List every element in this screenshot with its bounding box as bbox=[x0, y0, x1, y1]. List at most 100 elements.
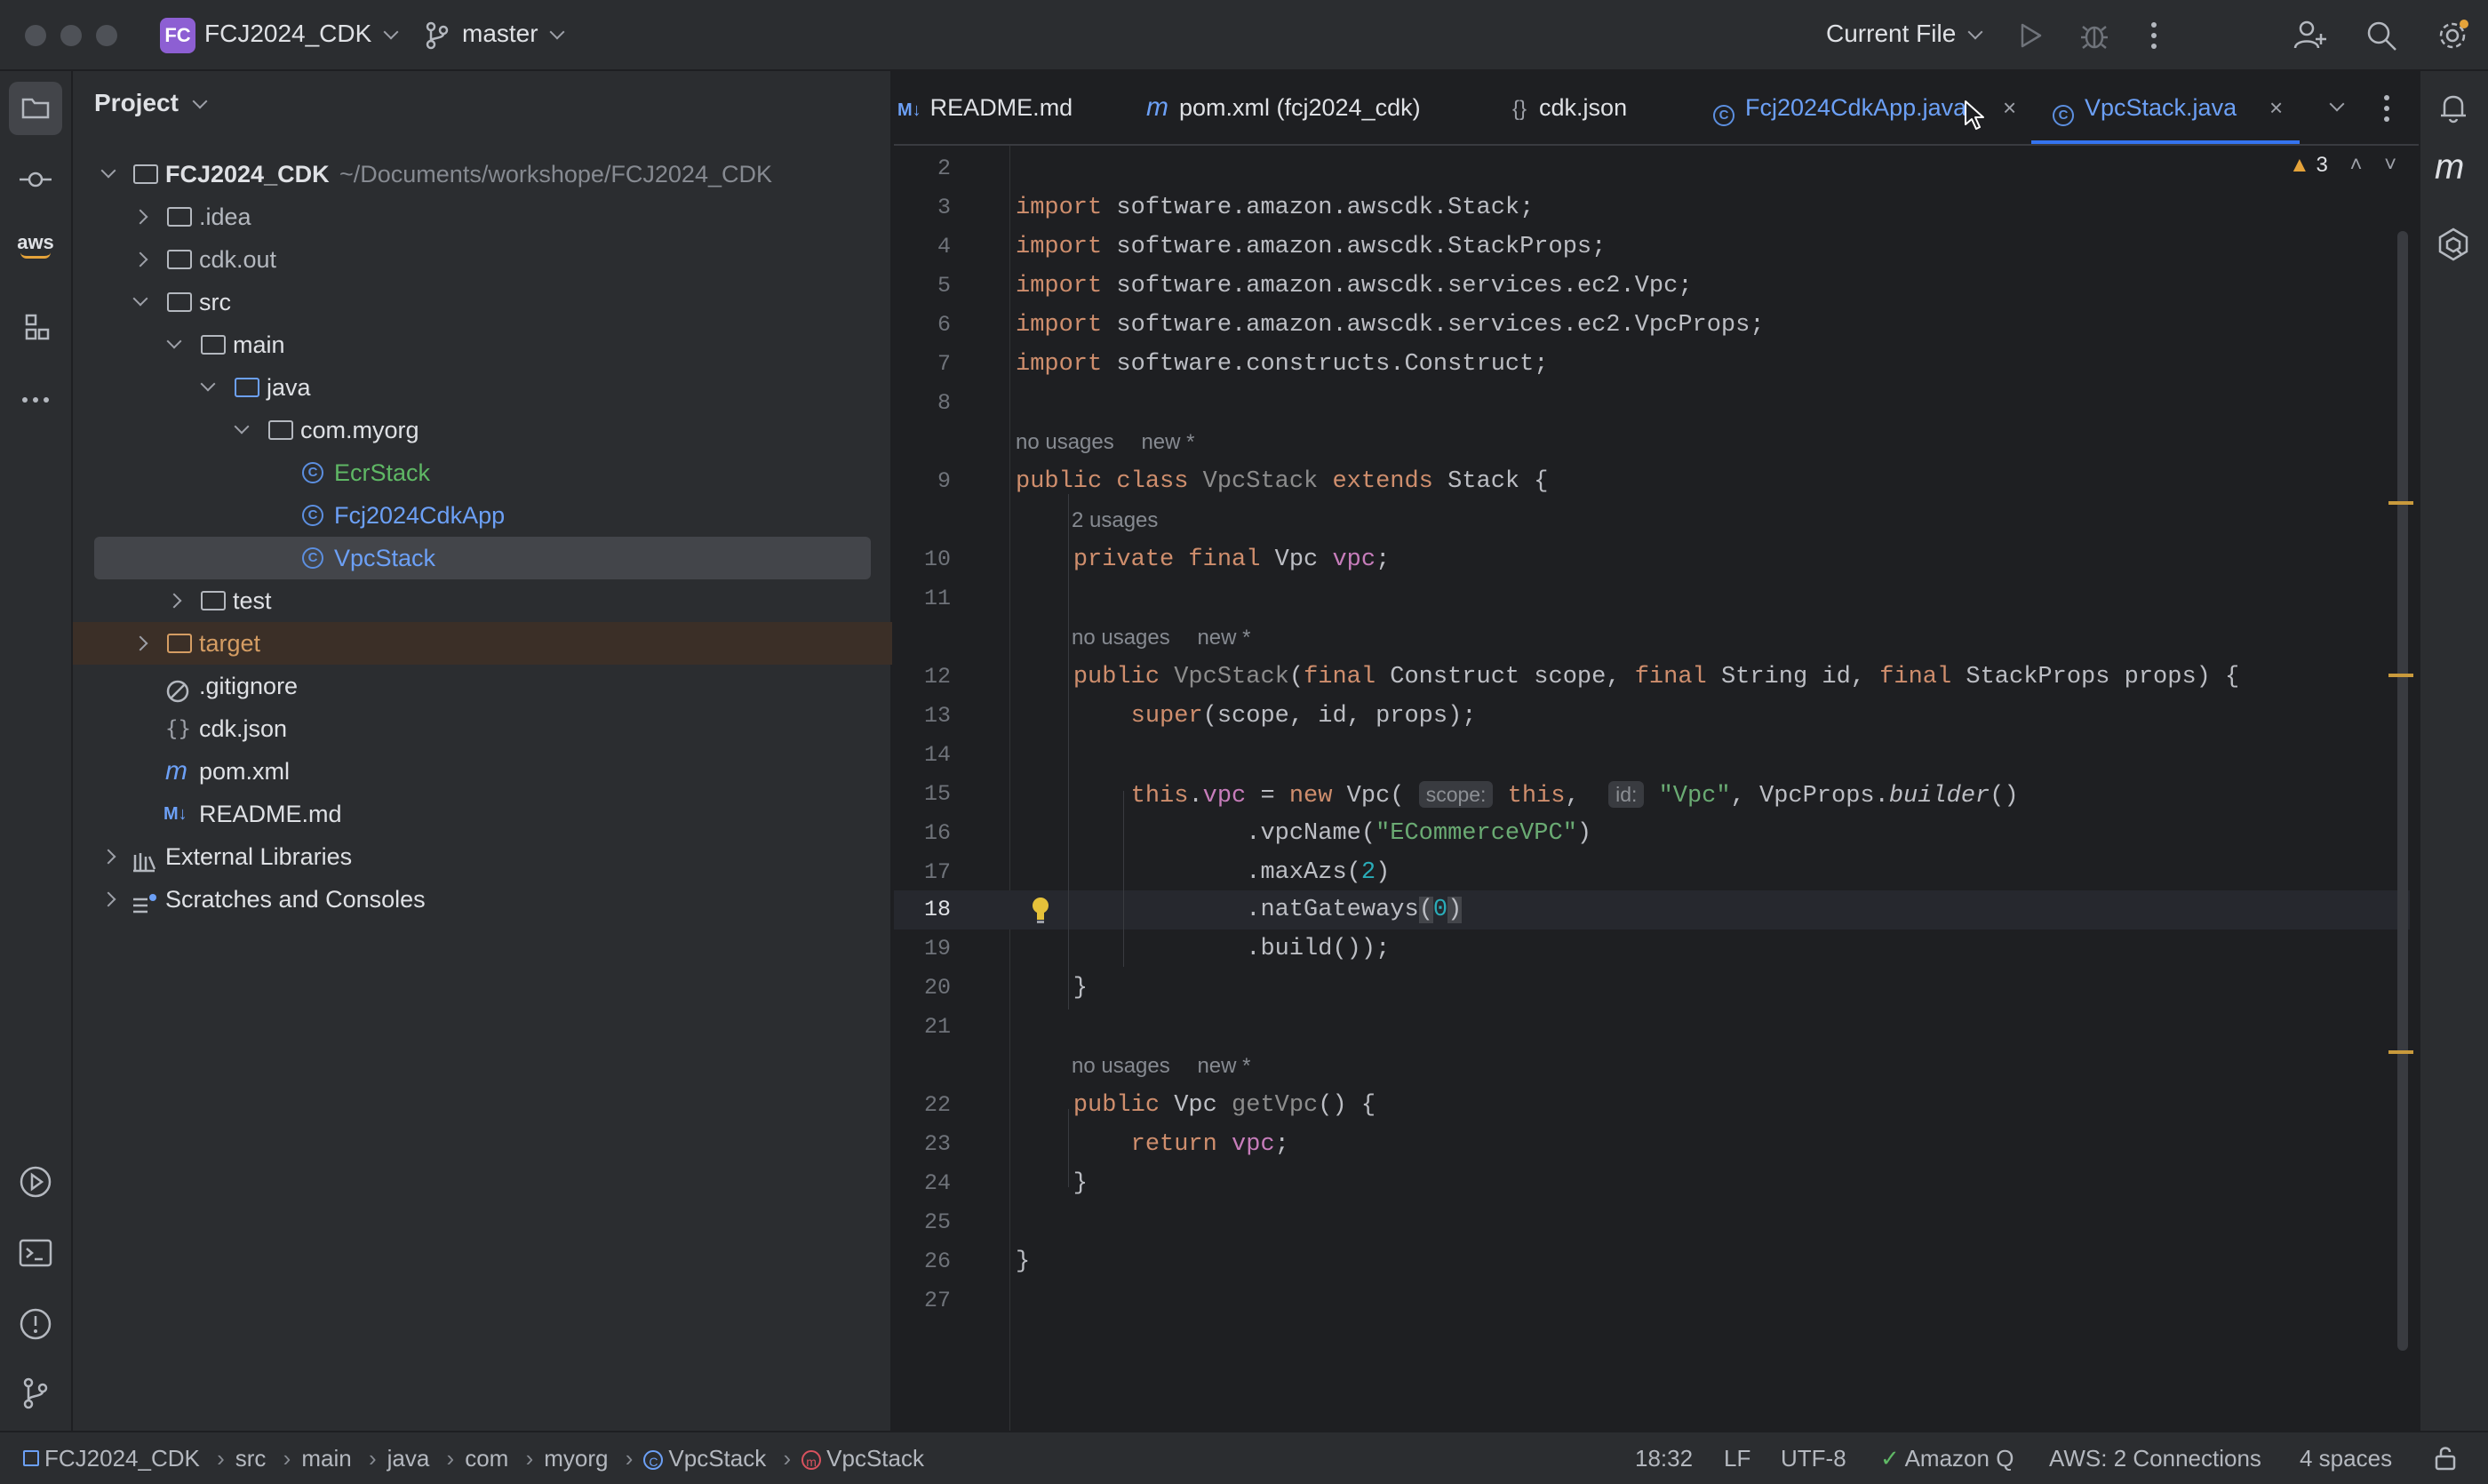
tab-cdk-json[interactable]: {} cdk.json bbox=[1512, 71, 1627, 144]
tree-row-cdk-json[interactable]: {} cdk.json bbox=[73, 707, 892, 750]
structure-tool-button[interactable] bbox=[9, 300, 62, 358]
tree-row-root[interactable]: FCJ2024_CDK ~/Documents/workshope/FCJ202… bbox=[73, 153, 892, 195]
add-user-icon[interactable] bbox=[2293, 18, 2328, 58]
tab-fcj2024cdkapp[interactable]: C Fcj2024CdkApp.java × bbox=[1713, 71, 2016, 144]
tree-row-target[interactable]: target bbox=[73, 622, 892, 665]
lightbulb-icon[interactable] bbox=[1031, 896, 1050, 929]
maven-tool-button[interactable]: m bbox=[2435, 148, 2464, 187]
author-hint[interactable]: new * bbox=[1197, 626, 1250, 650]
commit-tool-button[interactable] bbox=[9, 153, 62, 211]
aws-toolkit-button[interactable]: aws bbox=[9, 231, 62, 259]
code-vision-hint[interactable]: no usages new * bbox=[1072, 618, 1250, 658]
code-vision-hint[interactable]: no usages new * bbox=[1072, 1047, 1250, 1086]
tree-row-idea[interactable]: .idea bbox=[73, 195, 892, 238]
previous-highlight-icon[interactable]: ˄ bbox=[2349, 153, 2362, 177]
tree-item-label: EcrStack bbox=[334, 459, 431, 486]
mouse-cursor-icon bbox=[1964, 100, 1987, 136]
project-view-dropdown[interactable]: Project bbox=[94, 89, 208, 117]
run-icon[interactable] bbox=[2017, 21, 2044, 54]
tree-item-label: com.myorg bbox=[300, 417, 419, 443]
tree-row-external-libraries[interactable]: External Libraries bbox=[73, 835, 892, 878]
breadcrumb-item[interactable]: src bbox=[235, 1445, 267, 1472]
breadcrumb-item[interactable]: main bbox=[301, 1445, 351, 1472]
tab-vpcstack-active[interactable]: C VpcStack.java × bbox=[2053, 71, 2283, 144]
chevron-right-icon bbox=[100, 849, 116, 865]
git-tool-button[interactable] bbox=[9, 1367, 62, 1424]
warning-marker[interactable] bbox=[2388, 674, 2413, 677]
code-line: import software.constructs.Construct; bbox=[1016, 351, 1549, 378]
debug-icon[interactable] bbox=[2079, 20, 2109, 56]
window-zoom-button[interactable] bbox=[96, 25, 117, 46]
editor-scrollbar[interactable] bbox=[2397, 231, 2408, 1351]
line-number: 17 bbox=[923, 859, 951, 885]
breadcrumb-item[interactable]: FCJ2024_CDK bbox=[44, 1445, 200, 1472]
tree-row-ecrstack[interactable]: C EcrStack bbox=[73, 451, 892, 494]
breadcrumb-item[interactable]: com bbox=[465, 1445, 508, 1472]
tab-pom[interactable]: m pom.xml (fcj2024_cdk) bbox=[1146, 71, 1421, 144]
usages-hint[interactable]: 2 usages bbox=[1072, 508, 1158, 532]
tree-row-gitignore[interactable]: .gitignore bbox=[73, 665, 892, 707]
project-name-dropdown[interactable]: FCJ2024_CDK bbox=[204, 20, 399, 48]
warning-marker[interactable] bbox=[2388, 1050, 2413, 1054]
close-tab-icon[interactable]: × bbox=[2269, 71, 2283, 144]
tree-item-label: java bbox=[267, 374, 311, 401]
tab-readme[interactable]: M↓ README.md bbox=[897, 71, 1073, 144]
file-encoding[interactable]: UTF-8 bbox=[1781, 1432, 1846, 1484]
branch-dropdown[interactable]: master bbox=[462, 20, 565, 48]
settings-gear-icon[interactable] bbox=[2435, 18, 2470, 58]
aws-q-tool-button[interactable] bbox=[2431, 222, 2476, 271]
tree-row-test[interactable]: test bbox=[73, 579, 892, 622]
tree-row-vpcstack-selected[interactable]: C VpcStack bbox=[94, 537, 871, 579]
tree-row-scratches[interactable]: Scratches and Consoles bbox=[73, 878, 892, 921]
warning-marker[interactable] bbox=[2388, 501, 2413, 505]
breadcrumb-item[interactable]: myorg bbox=[544, 1445, 608, 1472]
tree-row-pom[interactable]: m pom.xml bbox=[73, 750, 892, 793]
window-close-button[interactable] bbox=[25, 25, 46, 46]
tree-row-app[interactable]: C Fcj2024CdkApp bbox=[73, 494, 892, 537]
terminal-tool-button[interactable] bbox=[9, 1226, 62, 1284]
package-icon bbox=[268, 420, 293, 440]
tree-row-cdk-out[interactable]: cdk.out bbox=[73, 238, 892, 281]
usages-hint[interactable]: no usages bbox=[1072, 1054, 1170, 1078]
tree-row-main[interactable]: main bbox=[73, 323, 892, 366]
author-hint[interactable]: new * bbox=[1141, 430, 1194, 454]
tree-row-src[interactable]: src bbox=[73, 281, 892, 323]
window-minimize-button[interactable] bbox=[60, 25, 82, 46]
tree-row-package[interactable]: com.myorg bbox=[73, 409, 892, 451]
lock-icon[interactable] bbox=[2433, 1445, 2458, 1478]
aws-connections[interactable]: AWS: 2 Connections bbox=[2049, 1432, 2261, 1484]
more-options-icon[interactable] bbox=[2149, 20, 2159, 56]
problems-tool-button[interactable] bbox=[9, 1297, 62, 1355]
run-config-dropdown[interactable]: Current File bbox=[1826, 20, 1983, 48]
line-number: 27 bbox=[923, 1288, 951, 1313]
tree-row-java[interactable]: java bbox=[73, 366, 892, 409]
usages-hint[interactable]: no usages bbox=[1016, 430, 1114, 454]
inspection-widget[interactable]: ▲ 3 ˄ ˅ bbox=[2289, 153, 2396, 178]
tree-item-label: test bbox=[233, 587, 272, 614]
more-tools-button[interactable] bbox=[9, 373, 62, 431]
search-icon[interactable] bbox=[2364, 18, 2399, 58]
breadcrumb-item[interactable]: VpcStack bbox=[668, 1445, 766, 1472]
json-icon: {} bbox=[1512, 97, 1527, 121]
code-vision-hint[interactable]: 2 usages bbox=[1072, 501, 1158, 540]
breadcrumb-item[interactable]: VpcStack bbox=[826, 1445, 924, 1472]
line-number: 22 bbox=[923, 1092, 951, 1118]
amazon-q-status[interactable]: ✓ Amazon Q bbox=[1880, 1432, 2014, 1484]
line-ending[interactable]: LF bbox=[1724, 1432, 1750, 1484]
notifications-button[interactable] bbox=[2431, 85, 2476, 134]
run-tool-button[interactable] bbox=[9, 1155, 62, 1213]
breadcrumb-item[interactable]: java bbox=[387, 1445, 430, 1472]
code-vision-hint[interactable]: no usages new * bbox=[1016, 423, 1194, 462]
project-badge[interactable]: FC bbox=[160, 18, 195, 53]
caret-position[interactable]: 18:32 bbox=[1635, 1432, 1693, 1484]
inlay-hint-scope: scope: bbox=[1418, 781, 1494, 808]
usages-hint[interactable]: no usages bbox=[1072, 626, 1170, 650]
tabs-more-icon[interactable] bbox=[2381, 92, 2392, 129]
tabs-overflow-button[interactable] bbox=[2329, 96, 2345, 114]
indent-setting[interactable]: 4 spaces bbox=[2300, 1432, 2392, 1484]
project-tool-button[interactable] bbox=[9, 82, 62, 135]
close-tab-icon[interactable]: × bbox=[2003, 71, 2016, 144]
tree-row-readme[interactable]: M↓ README.md bbox=[73, 793, 892, 835]
author-hint[interactable]: new * bbox=[1197, 1054, 1250, 1078]
next-highlight-icon[interactable]: ˅ bbox=[2384, 153, 2396, 177]
